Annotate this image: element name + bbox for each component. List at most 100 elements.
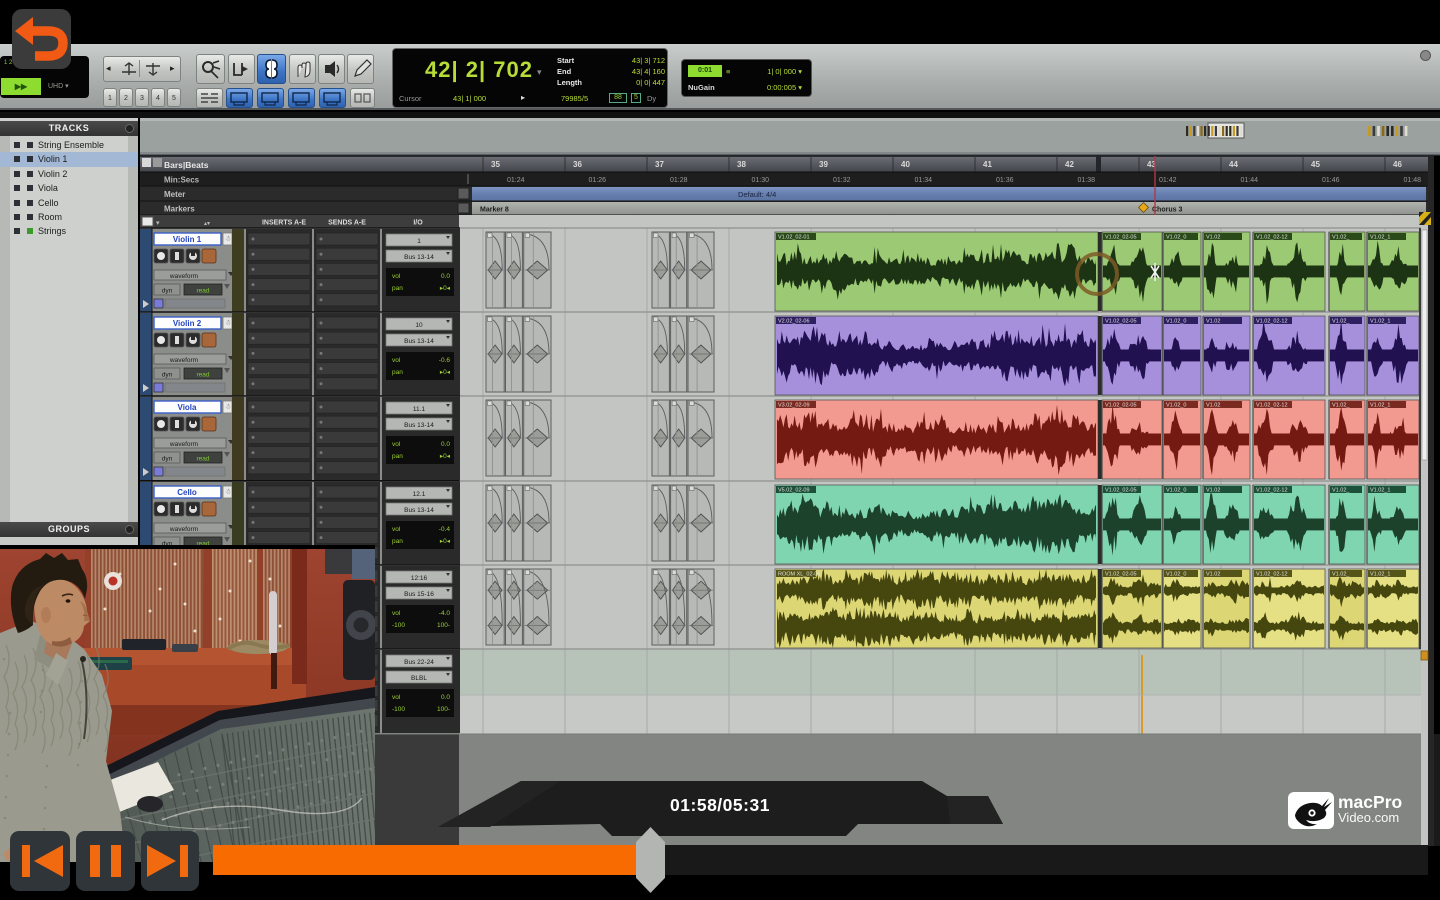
svg-text:waveform: waveform (169, 526, 198, 533)
svg-text:V5.02_02-09: V5.02_02-09 (778, 488, 810, 494)
svg-text:V1.02_1: V1.02_1 (1370, 403, 1391, 409)
svg-text:pan: pan (392, 538, 403, 545)
svg-text:V1.02_: V1.02_ (1332, 235, 1350, 241)
svg-text:0.0: 0.0 (441, 273, 450, 280)
svg-text:▸0◂: ▸0◂ (440, 369, 451, 376)
svg-text:Violin 1: Violin 1 (173, 235, 202, 244)
svg-text:-100: -100 (392, 706, 405, 713)
svg-text:vol: vol (392, 441, 401, 448)
svg-text:V1.02_02-05: V1.02_02-05 (1105, 319, 1137, 325)
svg-text:BLBL: BLBL (411, 675, 427, 682)
svg-text:Bus 13-14: Bus 13-14 (404, 254, 434, 261)
svg-text:Chorus 3: Chorus 3 (1152, 207, 1182, 214)
svg-text:▸0◂: ▸0◂ (440, 538, 451, 545)
svg-text:☃: ☃ (225, 402, 231, 411)
svg-text:read: read (196, 288, 209, 295)
svg-text:waveform: waveform (169, 441, 198, 448)
svg-text:V1.02: V1.02 (1206, 235, 1220, 241)
svg-text:12:16: 12:16 (411, 575, 428, 582)
svg-text:dyn: dyn (162, 372, 173, 379)
svg-text:▴▾: ▴▾ (204, 221, 210, 227)
svg-text:100-: 100- (437, 622, 450, 629)
svg-text:V1.02_1: V1.02_1 (1370, 319, 1391, 325)
svg-text:V1.02_: V1.02_ (1332, 403, 1350, 409)
svg-text:V1.02: V1.02 (1206, 319, 1220, 325)
svg-text:-0.6: -0.6 (439, 357, 451, 364)
svg-text:V1.02_1: V1.02_1 (1370, 572, 1391, 578)
svg-text:read: read (196, 456, 209, 463)
svg-text:12.1: 12.1 (413, 491, 426, 498)
svg-text:pan: pan (392, 453, 403, 460)
svg-text:V1.02_1: V1.02_1 (1370, 488, 1391, 494)
svg-text:V1.02_0: V1.02_0 (1166, 572, 1187, 578)
svg-text:42: 42 (1065, 160, 1074, 169)
svg-text:Bus 13-14: Bus 13-14 (404, 507, 434, 514)
svg-text:dyn: dyn (162, 288, 173, 295)
svg-text:V1.02_02-05: V1.02_02-05 (1105, 403, 1137, 409)
svg-text:35: 35 (491, 160, 500, 169)
svg-text:-4.0: -4.0 (439, 610, 451, 617)
svg-text:V1.02_0: V1.02_0 (1166, 403, 1187, 409)
svg-text:▾: ▾ (156, 220, 160, 227)
svg-text:Markers: Markers (164, 205, 195, 214)
svg-text:V1.02_: V1.02_ (1332, 572, 1350, 578)
svg-text:V1.02_02-01: V1.02_02-01 (778, 235, 810, 241)
svg-text:01:48: 01:48 (1404, 177, 1422, 184)
svg-text:V1.02_02-05: V1.02_02-05 (1105, 235, 1137, 241)
svg-text:01:38: 01:38 (1078, 177, 1096, 184)
svg-text:vol: vol (392, 357, 401, 364)
svg-text:read: read (196, 372, 209, 379)
svg-text:V1.02_02-05: V1.02_02-05 (1105, 488, 1137, 494)
svg-text:☃: ☃ (225, 487, 231, 496)
svg-text:0.0: 0.0 (441, 694, 450, 701)
svg-text:SENDS A-E: SENDS A-E (328, 220, 366, 227)
svg-text:Meter: Meter (164, 190, 185, 199)
svg-text:V1.02: V1.02 (1206, 572, 1220, 578)
svg-text:10: 10 (415, 322, 423, 329)
svg-text:vol: vol (392, 610, 401, 617)
svg-text:01:24: 01:24 (507, 177, 525, 184)
svg-text:V1.02: V1.02 (1206, 403, 1220, 409)
svg-text:vol: vol (392, 526, 401, 533)
svg-text:pan: pan (392, 285, 403, 292)
svg-text:38: 38 (737, 160, 746, 169)
svg-text:☃: ☃ (225, 234, 231, 243)
svg-text:44: 44 (1229, 160, 1238, 169)
svg-text:0.0: 0.0 (441, 441, 450, 448)
svg-text:40: 40 (901, 160, 910, 169)
svg-text:45: 45 (1311, 160, 1320, 169)
svg-text:▸0◂: ▸0◂ (440, 453, 451, 460)
svg-text:V1.02_02-12: V1.02_02-12 (1256, 403, 1288, 409)
svg-text:01:26: 01:26 (589, 177, 607, 184)
svg-text:Cello: Cello (177, 488, 197, 497)
svg-text:11.1: 11.1 (413, 406, 426, 413)
svg-text:Bus 13-14: Bus 13-14 (404, 338, 434, 345)
svg-text:39: 39 (819, 160, 828, 169)
svg-text:vol: vol (392, 694, 401, 701)
svg-text:01:42: 01:42 (1159, 177, 1177, 184)
svg-text:46: 46 (1393, 160, 1402, 169)
svg-text:37: 37 (655, 160, 664, 169)
svg-text:Bus 22-24: Bus 22-24 (404, 659, 434, 666)
svg-text:V1.02: V1.02 (1206, 488, 1220, 494)
svg-text:Marker 8: Marker 8 (480, 207, 509, 214)
svg-text:01:30: 01:30 (752, 177, 770, 184)
svg-text:V2.02_02-06: V2.02_02-06 (778, 319, 810, 325)
svg-text:dyn: dyn (162, 456, 173, 463)
svg-text:01:44: 01:44 (1241, 177, 1259, 184)
svg-text:01:34: 01:34 (915, 177, 933, 184)
svg-text:Bus 15-16: Bus 15-16 (404, 591, 434, 598)
svg-text:Violin 2: Violin 2 (173, 319, 202, 328)
svg-text:V1.02_0: V1.02_0 (1166, 319, 1187, 325)
svg-text:Viola: Viola (178, 403, 198, 412)
svg-text:41: 41 (983, 160, 992, 169)
svg-text:Min:Secs: Min:Secs (164, 176, 200, 185)
svg-text:01:36: 01:36 (996, 177, 1014, 184)
svg-text:V1.02_02-12: V1.02_02-12 (1256, 572, 1288, 578)
svg-text:vol: vol (392, 273, 401, 280)
svg-text:V1.02_1: V1.02_1 (1370, 235, 1391, 241)
svg-text:ROOM XL_02-06: ROOM XL_02-06 (778, 572, 821, 578)
svg-text:V1.02_02-12: V1.02_02-12 (1256, 235, 1288, 241)
svg-text:☃: ☃ (225, 318, 231, 327)
svg-text:▸0◂: ▸0◂ (440, 285, 451, 292)
